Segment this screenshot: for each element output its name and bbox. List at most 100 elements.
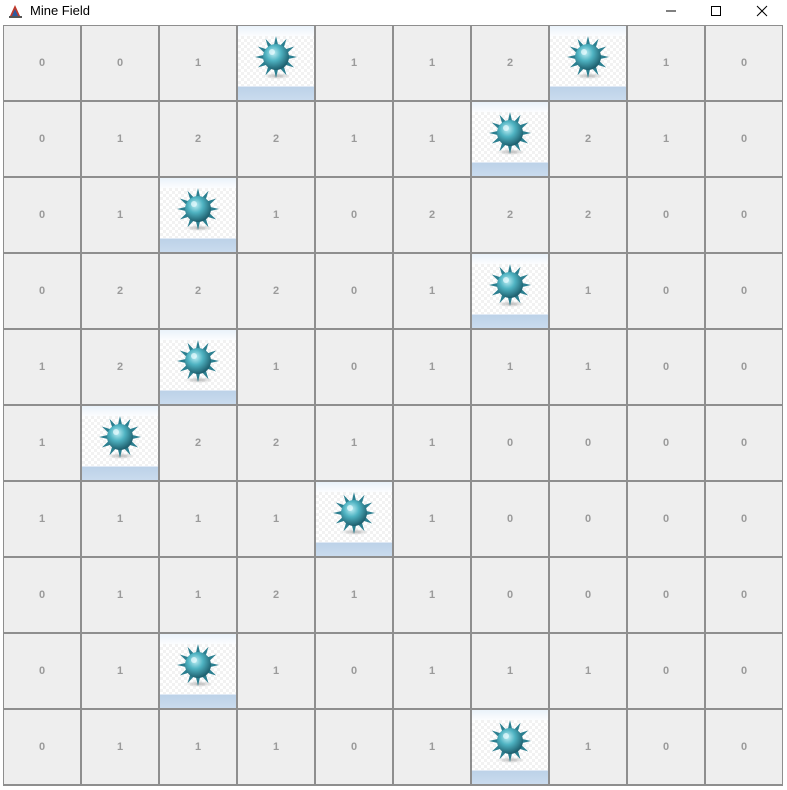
number-cell[interactable]: 0 — [706, 254, 782, 328]
number-cell[interactable]: 1 — [550, 330, 626, 404]
number-cell[interactable]: 2 — [82, 330, 158, 404]
number-cell[interactable]: 0 — [550, 482, 626, 556]
number-cell[interactable]: 0 — [4, 26, 80, 100]
number-cell[interactable]: 1 — [550, 254, 626, 328]
number-cell[interactable]: 1 — [628, 26, 704, 100]
number-cell[interactable]: 2 — [160, 406, 236, 480]
number-cell[interactable]: 0 — [628, 254, 704, 328]
number-cell[interactable]: 1 — [4, 406, 80, 480]
number-cell[interactable]: 1 — [82, 558, 158, 632]
mine-cell[interactable] — [160, 178, 236, 252]
number-cell[interactable]: 0 — [4, 178, 80, 252]
number-cell[interactable]: 1 — [394, 710, 470, 784]
number-cell[interactable]: 2 — [238, 558, 314, 632]
number-cell[interactable]: 0 — [628, 482, 704, 556]
number-cell[interactable]: 0 — [550, 558, 626, 632]
number-cell[interactable]: 0 — [706, 710, 782, 784]
number-cell[interactable]: 2 — [550, 102, 626, 176]
number-cell[interactable]: 1 — [316, 26, 392, 100]
number-cell[interactable]: 0 — [4, 710, 80, 784]
mine-cell[interactable] — [472, 710, 548, 784]
number-cell[interactable]: 0 — [628, 634, 704, 708]
number-cell[interactable]: 0 — [316, 330, 392, 404]
number-cell[interactable]: 1 — [394, 102, 470, 176]
number-cell[interactable]: 1 — [316, 102, 392, 176]
mine-cell[interactable] — [160, 330, 236, 404]
number-cell[interactable]: 0 — [628, 178, 704, 252]
number-cell[interactable]: 1 — [160, 26, 236, 100]
number-cell[interactable]: 1 — [82, 482, 158, 556]
number-cell[interactable]: 0 — [316, 634, 392, 708]
number-cell[interactable]: 0 — [706, 102, 782, 176]
number-cell[interactable]: 0 — [706, 482, 782, 556]
number-cell[interactable]: 0 — [4, 634, 80, 708]
number-cell[interactable]: 0 — [706, 558, 782, 632]
number-cell[interactable]: 2 — [82, 254, 158, 328]
number-cell[interactable]: 1 — [4, 330, 80, 404]
number-cell[interactable]: 1 — [82, 178, 158, 252]
number-cell[interactable]: 2 — [472, 178, 548, 252]
number-cell[interactable]: 1 — [82, 634, 158, 708]
number-cell[interactable]: 2 — [394, 178, 470, 252]
number-cell[interactable]: 1 — [394, 26, 470, 100]
java-app-icon[interactable] — [7, 2, 24, 19]
number-cell[interactable]: 1 — [238, 634, 314, 708]
number-cell[interactable]: 1 — [160, 710, 236, 784]
number-cell[interactable]: 0 — [706, 26, 782, 100]
number-cell[interactable]: 0 — [316, 254, 392, 328]
mine-cell[interactable] — [472, 254, 548, 328]
number-cell[interactable]: 2 — [238, 254, 314, 328]
number-cell[interactable]: 1 — [394, 634, 470, 708]
number-cell[interactable]: 0 — [706, 330, 782, 404]
number-cell[interactable]: 1 — [238, 178, 314, 252]
number-cell[interactable]: 2 — [160, 102, 236, 176]
number-cell[interactable]: 2 — [550, 178, 626, 252]
number-cell[interactable]: 1 — [238, 330, 314, 404]
number-cell[interactable]: 0 — [628, 710, 704, 784]
number-cell[interactable]: 1 — [628, 102, 704, 176]
number-cell[interactable]: 0 — [472, 482, 548, 556]
number-cell[interactable]: 1 — [472, 634, 548, 708]
number-cell[interactable]: 2 — [472, 26, 548, 100]
number-cell[interactable]: 0 — [550, 406, 626, 480]
mine-cell[interactable] — [550, 26, 626, 100]
number-cell[interactable]: 0 — [316, 178, 392, 252]
number-cell[interactable]: 1 — [238, 482, 314, 556]
number-cell[interactable]: 1 — [394, 406, 470, 480]
number-cell[interactable]: 0 — [4, 558, 80, 632]
number-cell[interactable]: 1 — [394, 558, 470, 632]
number-cell[interactable]: 2 — [238, 406, 314, 480]
minimize-button[interactable] — [648, 0, 694, 22]
number-cell[interactable]: 0 — [472, 558, 548, 632]
maximize-button[interactable] — [693, 0, 739, 22]
number-cell[interactable]: 1 — [472, 330, 548, 404]
number-cell[interactable]: 1 — [82, 710, 158, 784]
number-cell[interactable]: 0 — [4, 102, 80, 176]
number-cell[interactable]: 1 — [394, 330, 470, 404]
close-button[interactable] — [739, 0, 785, 22]
number-cell[interactable]: 1 — [316, 558, 392, 632]
number-cell[interactable]: 1 — [316, 406, 392, 480]
number-cell[interactable]: 0 — [4, 254, 80, 328]
number-cell[interactable]: 0 — [82, 26, 158, 100]
mine-cell[interactable] — [238, 26, 314, 100]
number-cell[interactable]: 1 — [160, 558, 236, 632]
number-cell[interactable]: 0 — [628, 406, 704, 480]
number-cell[interactable]: 0 — [316, 710, 392, 784]
number-cell[interactable]: 1 — [4, 482, 80, 556]
number-cell[interactable]: 0 — [472, 406, 548, 480]
number-cell[interactable]: 1 — [550, 634, 626, 708]
number-cell[interactable]: 1 — [550, 710, 626, 784]
number-cell[interactable]: 0 — [628, 330, 704, 404]
number-cell[interactable]: 0 — [628, 558, 704, 632]
number-cell[interactable]: 1 — [82, 102, 158, 176]
mine-cell[interactable] — [160, 634, 236, 708]
mine-cell[interactable] — [82, 406, 158, 480]
number-cell[interactable]: 0 — [706, 406, 782, 480]
mine-cell[interactable] — [472, 102, 548, 176]
mine-cell[interactable] — [316, 482, 392, 556]
number-cell[interactable]: 1 — [394, 254, 470, 328]
number-cell[interactable]: 1 — [160, 482, 236, 556]
number-cell[interactable]: 0 — [706, 634, 782, 708]
number-cell[interactable]: 2 — [238, 102, 314, 176]
